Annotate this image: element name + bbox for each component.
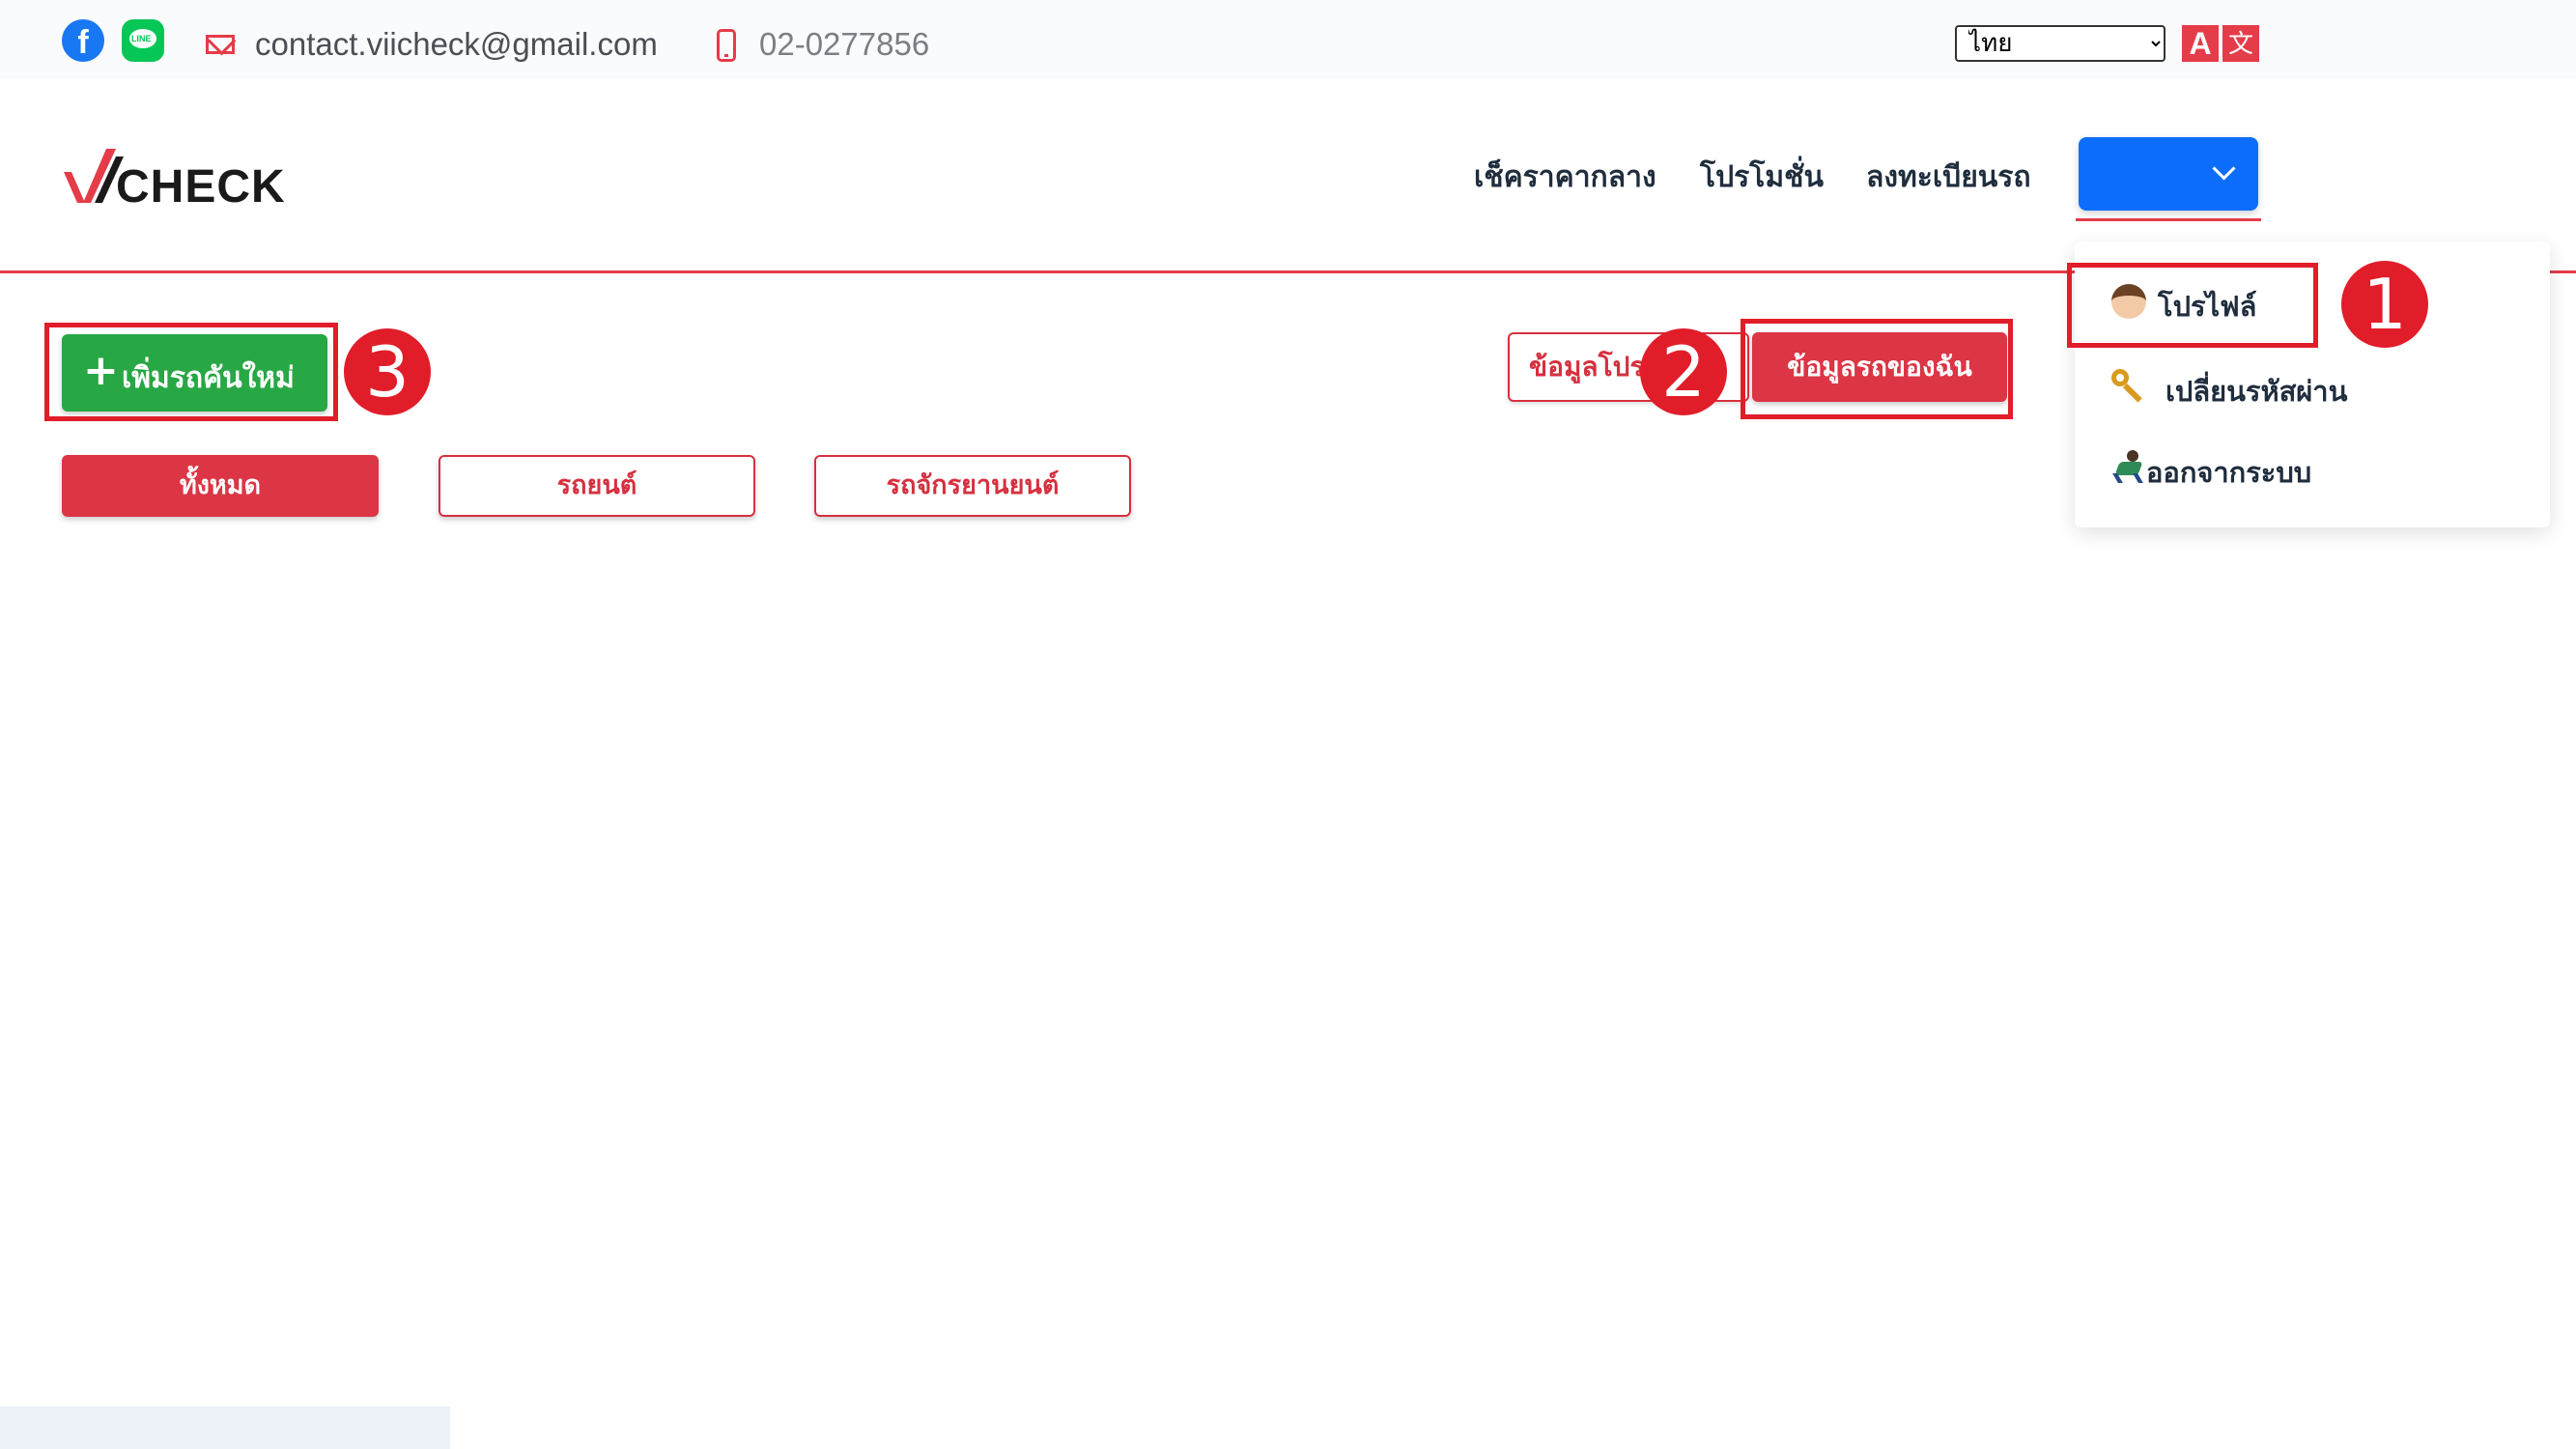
viicheck-logo[interactable]: CHECK — [60, 143, 285, 213]
translate-icon[interactable]: A文 — [2182, 25, 2259, 62]
annotation-number-2: 2 — [1640, 328, 1727, 415]
contact-phone[interactable]: 02-0277856 — [759, 26, 929, 63]
annotation-number-1: 1 — [2341, 261, 2428, 348]
logo-text: CHECK — [116, 161, 286, 213]
filter-cars[interactable]: รถยนต์ — [439, 455, 755, 517]
menu-item-label: ออกจากระบบ — [2146, 456, 2312, 489]
contact-email[interactable]: contact.viicheck@gmail.com — [255, 26, 658, 63]
chevron-down-icon — [2212, 156, 2236, 181]
annotation-box-2 — [1741, 319, 2013, 419]
annotation-box-1 — [2067, 263, 2318, 348]
user-menu-button[interactable] — [2079, 137, 2258, 211]
annotation-box-3 — [44, 323, 338, 421]
filter-all[interactable]: ทั้งหมด — [62, 455, 379, 517]
nav-register-vehicle[interactable]: ลงทะเบียนรถ — [1866, 155, 2031, 200]
nav-promotion[interactable]: โปรโมชั่น — [1700, 155, 1824, 200]
language-select[interactable]: ไทย — [1955, 25, 2166, 62]
annotation-number-3: 3 — [344, 328, 431, 415]
menu-item-label: เปลี่ยนรหัสผ่าน — [2166, 375, 2348, 408]
filter-motorcycles[interactable]: รถจักรยานยนต์ — [814, 455, 1131, 517]
phone-icon — [717, 29, 736, 62]
top-contact-bar: f LINE contact.viicheck@gmail.com 02-027… — [0, 0, 2576, 79]
runner-icon — [2111, 450, 2146, 485]
line-icon[interactable]: LINE — [122, 19, 164, 62]
bottom-strip — [0, 1406, 450, 1449]
nav-check-price[interactable]: เช็คราคากลาง — [1474, 155, 1656, 200]
key-icon — [2111, 369, 2146, 404]
facebook-icon[interactable]: f — [62, 19, 104, 62]
mail-icon — [206, 35, 235, 54]
menu-item-change-password[interactable]: เปลี่ยนรหัสผ่าน — [2075, 357, 2550, 415]
menu-item-logout[interactable]: ออกจากระบบ — [2075, 439, 2550, 497]
active-underline — [2076, 218, 2261, 221]
